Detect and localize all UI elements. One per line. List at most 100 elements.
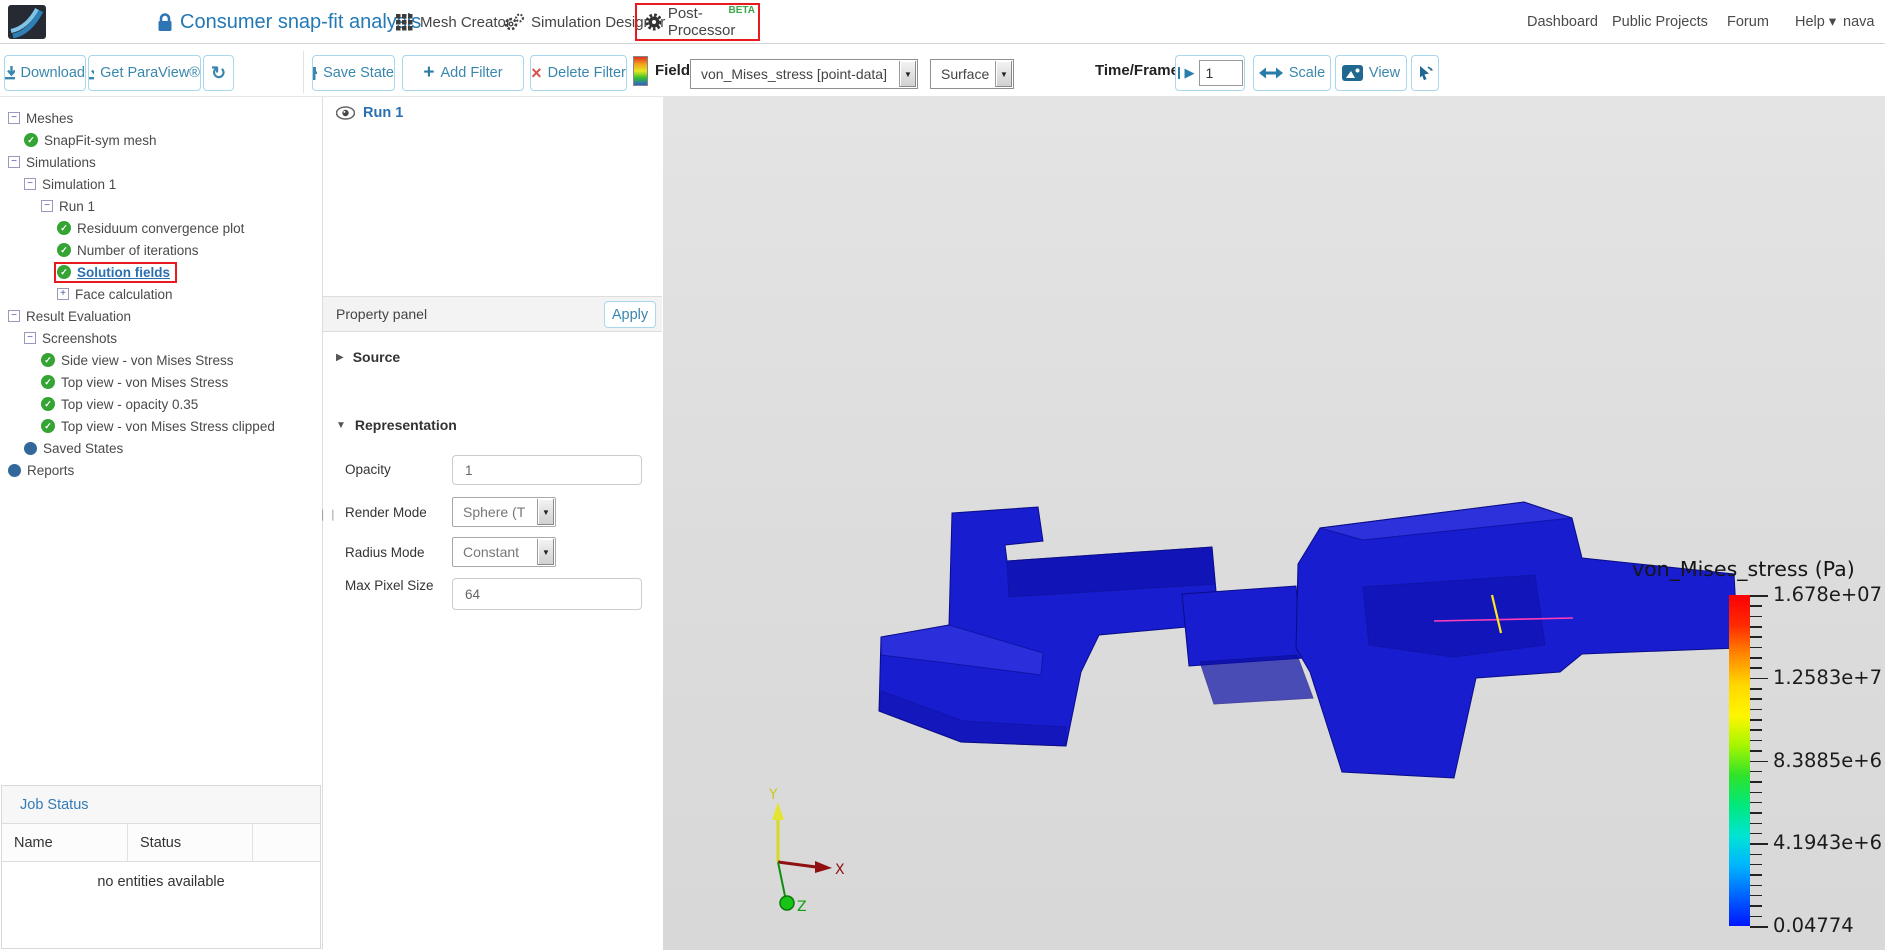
- check-icon: ✓: [41, 353, 55, 367]
- legend-tick: [1750, 791, 1762, 794]
- panel-resize-grip[interactable]: ❘❘: [318, 508, 337, 526]
- radius-mode-select[interactable]: Constant ▼: [452, 537, 556, 567]
- tree-item[interactable]: ✓ SnapFit-sym mesh: [0, 129, 321, 151]
- legend-tick: [1750, 698, 1762, 700]
- max-pixel-size-input[interactable]: [452, 578, 642, 610]
- legend-tick: [1750, 667, 1762, 669]
- job-status-title: Job Status: [2, 786, 320, 824]
- legend-tick: [1750, 863, 1762, 866]
- caret-right-icon: ▶: [336, 351, 344, 363]
- tree-item[interactable]: ✓ Side view - von Mises Stress: [0, 349, 321, 371]
- legend-tick-label: 4.1943e+6: [1773, 831, 1882, 855]
- get-paraview-button[interactable]: Get ParaView®: [88, 55, 201, 91]
- legend-tick-label: 1.678e+07: [1773, 583, 1882, 606]
- view-button[interactable]: View: [1335, 55, 1407, 91]
- tree-item[interactable]: Reports: [0, 459, 321, 481]
- add-filter-button[interactable]: + Add Filter: [402, 55, 524, 91]
- representation-select[interactable]: Surface ▼: [930, 59, 1014, 89]
- collapse-expander-icon: −: [8, 310, 20, 322]
- grid-icon: [396, 13, 413, 30]
- legend-tick: [1750, 646, 1762, 649]
- render-mode-select[interactable]: Sphere (T ▼: [452, 497, 556, 527]
- tree-item[interactable]: − Result Evaluation: [0, 305, 321, 327]
- legend-tick: [1750, 781, 1762, 783]
- job-status-empty-text: no entities available: [97, 874, 225, 890]
- tree-item[interactable]: ✓ Solution fields: [0, 261, 321, 283]
- check-icon: ✓: [41, 397, 55, 411]
- apply-button[interactable]: Apply: [604, 301, 656, 328]
- tree-item[interactable]: − Simulations: [0, 151, 321, 173]
- opacity-label: Opacity: [345, 462, 391, 477]
- viewport-3d[interactable]: Y X Z von_Mises_stress (Pa) 1.678e+07 1.2…: [663, 97, 1885, 950]
- download-button[interactable]: Download: [4, 55, 86, 91]
- chevron-down-icon: ▾: [1828, 14, 1837, 30]
- tree-item[interactable]: ✓ Top view - von Mises Stress clipped: [0, 415, 321, 437]
- legend-tick: [1750, 636, 1762, 638]
- delete-filter-button[interactable]: × Delete Filter: [530, 55, 627, 91]
- visibility-eye-icon[interactable]: [336, 106, 355, 120]
- legend-tick: [1750, 688, 1762, 690]
- simscale-logo: [8, 5, 46, 39]
- refresh-button[interactable]: ↻: [203, 55, 234, 91]
- pipeline-item-run1[interactable]: Run 1: [336, 105, 403, 121]
- model-left-part: [878, 506, 1220, 747]
- legend-tick: [1750, 926, 1768, 928]
- legend-tick: [1750, 894, 1762, 897]
- section-representation[interactable]: ▼ Representation: [336, 417, 457, 433]
- node-dot-icon: [24, 441, 37, 455]
- legend-tick: [1750, 853, 1762, 856]
- section-source[interactable]: ▶ Source: [336, 349, 400, 365]
- collapse-expander-icon: −: [8, 156, 20, 168]
- interaction-mode-button[interactable]: [1411, 55, 1439, 91]
- legend-tick: [1750, 915, 1762, 918]
- frame-input[interactable]: [1198, 60, 1243, 86]
- tree-item[interactable]: ✓ Number of iterations: [0, 239, 321, 261]
- collapse-expander-icon: −: [24, 332, 36, 344]
- nav-link-help[interactable]: Help ▾: [1795, 0, 1836, 44]
- axis-z-label: Z: [797, 899, 807, 915]
- legend-tick-label: 8.3885e+6: [1773, 748, 1882, 772]
- radius-mode-label: Radius Mode: [345, 545, 425, 560]
- tree-item[interactable]: ✓ Top view - opacity 0.35: [0, 393, 321, 415]
- cross-icon: ×: [531, 62, 542, 83]
- project-title: Consumer snap-fit analysis: [180, 11, 422, 33]
- tree-item[interactable]: ✓ Top view - von Mises Stress: [0, 371, 321, 393]
- legend-colorbar: [1729, 595, 1750, 926]
- frame-stepper[interactable]: ▶: [1175, 55, 1245, 91]
- colormap-swatch-button[interactable]: [633, 56, 648, 86]
- nav-link-dashboard[interactable]: Dashboard: [1527, 0, 1598, 44]
- column-header-status: Status: [128, 824, 253, 861]
- expand-expander-icon: +: [57, 288, 69, 300]
- legend-tick: [1750, 750, 1762, 752]
- pipeline-panel: Run 1: [323, 97, 662, 295]
- scale-button[interactable]: Scale: [1253, 55, 1331, 91]
- tree-item[interactable]: − Simulation 1: [0, 173, 321, 195]
- nav-link-public-projects[interactable]: Public Projects: [1612, 0, 1708, 44]
- tree-item[interactable]: − Screenshots: [0, 327, 321, 349]
- check-icon: ✓: [57, 221, 71, 235]
- legend-tick: [1750, 626, 1762, 628]
- check-icon: ✓: [41, 419, 55, 433]
- opacity-input[interactable]: [452, 455, 642, 485]
- check-icon: ✓: [57, 243, 71, 257]
- field-label: Field:: [655, 62, 695, 79]
- tree-item[interactable]: Saved States: [0, 437, 321, 459]
- column-header-name: Name: [2, 824, 128, 861]
- refresh-icon: ↻: [210, 62, 227, 83]
- collapse-expander-icon: −: [8, 112, 20, 124]
- column-header-extra: [253, 824, 320, 861]
- save-state-button[interactable]: Save State: [312, 55, 395, 91]
- select-arrow-icon: ▼: [995, 61, 1012, 87]
- check-icon: ✓: [41, 375, 55, 389]
- tree-item[interactable]: ✓ Residuum convergence plot: [0, 217, 321, 239]
- toolbar-row: Download Get ParaView® ↻ Save State + Ad…: [0, 45, 1885, 97]
- legend-tick-label: 1.2583e+7: [1773, 665, 1882, 689]
- tree-item[interactable]: − Meshes: [0, 107, 321, 129]
- gears-icon: [504, 13, 524, 31]
- tab-mesh-creator[interactable]: Mesh Creator: [396, 0, 511, 44]
- property-panel-header: Property panel Apply: [323, 296, 662, 332]
- nav-link-forum[interactable]: Forum: [1727, 0, 1769, 44]
- field-select[interactable]: von_Mises_stress [point-data] ▼: [690, 59, 918, 89]
- tree-item[interactable]: + Face calculation: [0, 283, 321, 305]
- tree-item[interactable]: − Run 1: [0, 195, 321, 217]
